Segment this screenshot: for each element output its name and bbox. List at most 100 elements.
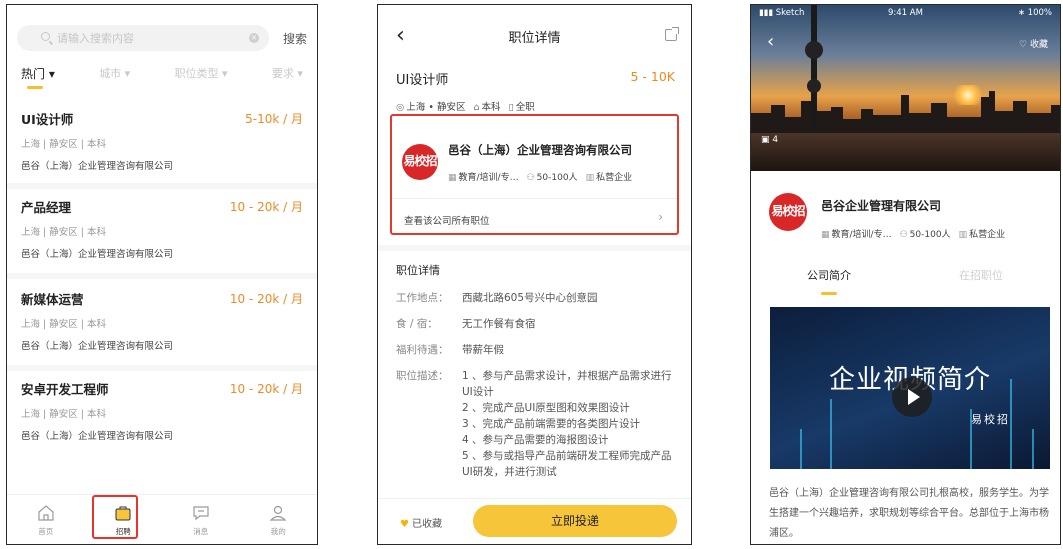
- image-icon: ▣: [761, 135, 770, 145]
- tab-profile[interactable]: 我的: [255, 503, 301, 537]
- detail-row-meals: 食 / 宿： 无工作餐有食宿: [396, 316, 677, 332]
- favorite-label: 收藏: [1029, 40, 1048, 50]
- favorite-button[interactable]: ♡ 收藏: [1019, 37, 1048, 50]
- detail-row-benefits: 福利待遇： 带薪年假: [396, 342, 677, 358]
- tab-label: 我的: [270, 526, 286, 536]
- job-salary: 10 - 20k / 月: [229, 292, 303, 306]
- job-company: 邑谷（上海）企业管理咨询有限公司: [21, 249, 174, 260]
- company-video[interactable]: 企业视频简介 易校招: [770, 307, 1050, 469]
- clear-icon[interactable]: ✕: [248, 33, 259, 43]
- apply-button[interactable]: 立即投递: [473, 505, 677, 537]
- logo-text: 易校招: [403, 154, 437, 168]
- description-line: 1 、参与产品需求设计，并根据产品需求进行UI设计: [462, 370, 672, 398]
- detail-label: 福利待遇：: [396, 344, 449, 356]
- detail-label: 工作地点：: [396, 292, 449, 304]
- detail-label: 食 / 宿：: [396, 318, 438, 330]
- filter-active-indicator: [27, 86, 43, 89]
- job-card[interactable]: 安卓开发工程师 10 - 20k / 月 上海 | 静安区 | 本科 邑谷（上海…: [21, 379, 303, 442]
- clock: 9:41 AM: [888, 8, 923, 18]
- company-card[interactable]: 易校招 邑谷（上海）企业管理咨询有限公司 ▦ 教育/培训/专… ⚇ 50-100人 …: [390, 114, 679, 235]
- search-field[interactable]: ✕: [17, 25, 269, 51]
- filter-requirements[interactable]: 要求 ▾: [272, 65, 303, 82]
- jobtype-text: 全职: [515, 102, 535, 113]
- tab-home[interactable]: 首页: [23, 503, 69, 537]
- filter-city[interactable]: 城市 ▾: [99, 65, 130, 82]
- divider: [7, 183, 317, 189]
- job-company: 邑谷（上海）企业管理咨询有限公司: [21, 341, 174, 352]
- size-tag: ⚇ 50-100人: [900, 227, 951, 240]
- tab-messages[interactable]: 消息: [178, 503, 224, 537]
- detail-label: 职位描述：: [396, 370, 449, 382]
- photo-count[interactable]: ▣ 4: [761, 135, 778, 145]
- position-meta: ◎ 上海 • 静安区 ⌂ 本科 ▯ 全职: [396, 99, 535, 113]
- decor-streak: [800, 429, 802, 469]
- share-icon[interactable]: [665, 27, 679, 41]
- tab-label: 消息: [193, 526, 209, 536]
- back-icon[interactable]: ‹: [767, 31, 774, 52]
- job-card[interactable]: 产品经理 10 - 20k / 月 上海 | 静安区 | 本科 邑谷（上海）企业…: [21, 197, 303, 260]
- company-header: 易校招 邑谷企业管理有限公司 ▦ 教育/培训/专… ⚇ 50-100人 ▥ 私营企业: [751, 181, 1060, 261]
- detail-value: 西藏北路605号兴中心创意园: [462, 292, 598, 304]
- type-tag: ▥ 私营企业: [959, 227, 1006, 240]
- home-icon: [38, 504, 54, 521]
- divider: [7, 365, 317, 371]
- description-line: 3 、完成产品前端需要的各类图片设计: [462, 418, 641, 430]
- job-location: 上海 | 静安区 | 本科: [21, 227, 106, 238]
- size-text: 50-100人: [536, 173, 578, 183]
- city-skyline: [751, 91, 1060, 133]
- detail-value: 无工作餐有食宿: [462, 318, 536, 330]
- nav-bar: ‹ 职位详情: [378, 23, 691, 51]
- people-icon: ⚇: [526, 173, 535, 183]
- type-text: 私营企业: [596, 173, 633, 183]
- play-icon[interactable]: [892, 377, 932, 417]
- job-card[interactable]: UI设计师 5-10k / 月 上海 | 静安区 | 本科 邑谷（上海）企业管理…: [21, 109, 303, 172]
- bluetooth-icon: ∗: [1017, 8, 1025, 18]
- search-icon: [41, 32, 50, 41]
- company-tabs: 公司简介 在招职位: [751, 267, 1060, 297]
- company-tags: ▦ 教育/培训/专… ⚇ 50-100人 ▥ 私营企业: [821, 227, 1005, 240]
- tab-company-intro[interactable]: 公司简介: [807, 267, 851, 283]
- detail-row-location: 工作地点： 西藏北路605号兴中心创意园: [396, 290, 677, 306]
- company-logo: 易校招: [769, 193, 807, 231]
- job-detail-screen: ‹ 职位详情 UI设计师 5 - 10K ◎ 上海 • 静安区 ⌂ 本科 ▯ 全职 易…: [377, 4, 692, 545]
- detail-value: 带薪年假: [462, 344, 504, 356]
- bottom-tab-bar: 首页 招聘 消息 我的: [7, 494, 317, 544]
- position-salary: 5 - 10K: [630, 69, 675, 84]
- location-tag: ◎ 上海 • 静安区: [396, 99, 465, 113]
- job-salary: 10 - 20k / 月: [229, 200, 303, 214]
- filter-hot[interactable]: 热门 ▾: [21, 65, 55, 82]
- description-line: 2 、完成产品UI原型图和效果图设计: [462, 402, 630, 414]
- chevron-right-icon[interactable]: ›: [658, 210, 663, 224]
- industry-tag: ▦ 教育/培训/专…: [821, 227, 892, 240]
- description-list: 1 、参与产品需求设计，并根据产品需求进行UI设计 2 、完成产品UI原型图和效…: [462, 368, 677, 480]
- search-bar: ✕ 搜索: [17, 25, 307, 51]
- tab-recruit[interactable]: 招聘: [92, 494, 146, 539]
- favorite-toggle[interactable]: ♥ 已收藏: [400, 515, 442, 530]
- job-list-screen: ✕ 搜索 热门 ▾ 城市 ▾ 职位类型 ▾ 要求 ▾ UI设计师 5-10k /…: [6, 4, 318, 545]
- tab-label: 首页: [38, 526, 54, 536]
- size-tag: ⚇ 50-100人: [527, 170, 578, 183]
- type-text: 私营企业: [969, 230, 1006, 240]
- search-button[interactable]: 搜索: [283, 30, 307, 47]
- all-jobs-link[interactable]: 查看该公司所有职位: [404, 213, 490, 227]
- company-name: 邑谷企业管理有限公司: [821, 199, 942, 213]
- photo-count-text: 4: [772, 135, 779, 145]
- industry-tag: ▦ 教育/培训/专…: [448, 170, 519, 183]
- detail-row-description: 职位描述： 1 、参与产品需求设计，并根据产品需求进行UI设计 2 、完成产品U…: [396, 368, 677, 480]
- decor-streak: [830, 399, 832, 469]
- company-intro-text: 邑谷（上海）企业管理咨询有限公司扎根高校，服务学生。为学生搭建一个兴趣培养，求职…: [769, 488, 1049, 539]
- job-card[interactable]: 新媒体运营 10 - 20k / 月 上海 | 静安区 | 本科 邑谷（上海）企…: [21, 289, 303, 352]
- job-location: 上海 | 静安区 | 本科: [21, 409, 106, 420]
- search-input[interactable]: [57, 31, 237, 45]
- position-title: UI设计师: [396, 73, 449, 88]
- profile-icon: [269, 505, 287, 521]
- company-photo[interactable]: ▮▮▮ Sketch 9:41 AM ∗ 100% ‹ ♡ 收藏 ▣ 4: [751, 5, 1060, 171]
- video-brand: 易校招: [971, 413, 1010, 426]
- filter-job-type[interactable]: 职位类型 ▾: [175, 65, 228, 82]
- message-icon: [193, 505, 209, 520]
- tab-open-positions[interactable]: 在招职位: [959, 267, 1003, 283]
- page-title: 职位详情: [508, 31, 561, 46]
- tv-tower: [805, 5, 823, 131]
- people-icon: ⚇: [899, 230, 908, 240]
- divider: [392, 198, 677, 199]
